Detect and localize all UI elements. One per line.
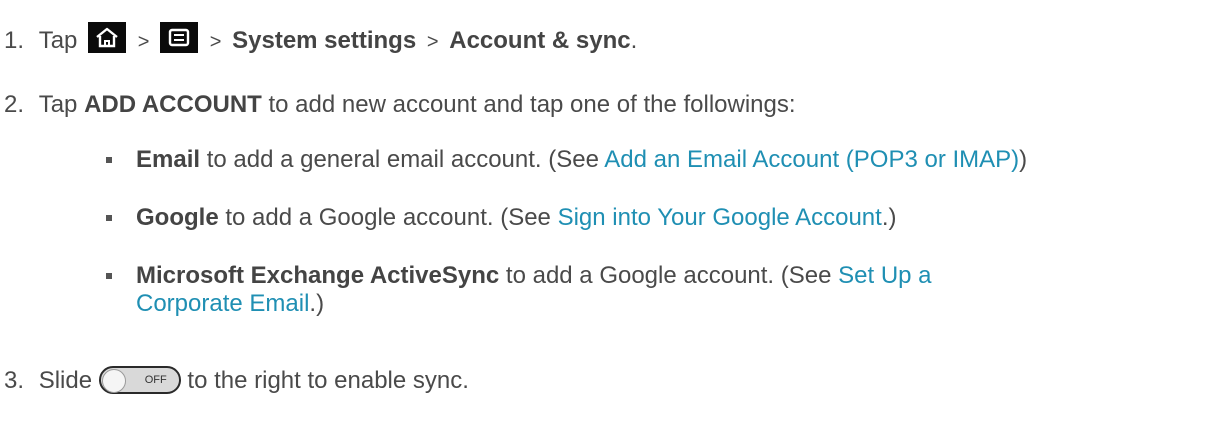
step-text: Slide [38, 367, 93, 394]
step-text: to add new account and tap one of the fo… [268, 91, 796, 118]
separator: > [137, 31, 150, 53]
option-exchange-cont: Corporate Email.) [136, 290, 324, 318]
step-text: Tap [38, 27, 78, 54]
step-text: to the right to enable sync. [187, 367, 469, 394]
option-text: to add a general email account. (See [206, 146, 599, 173]
step-text: Tap [38, 91, 78, 118]
option-text: to add a Google account. (See [225, 204, 551, 231]
option-text-end: ) [1019, 146, 1028, 173]
bullet [106, 157, 112, 163]
sign-into-google-link[interactable]: Sign into Your Google Account [558, 204, 882, 231]
step-1: 1. Tap > > System settings > Account & s… [4, 22, 637, 56]
menu-icon [160, 22, 199, 53]
step-2: 2. Tap ADD ACCOUNT to add new account an… [4, 91, 796, 119]
bullet [106, 273, 112, 279]
option-text: to add a Google account. (See [505, 262, 832, 289]
set-up-corporate-email-link[interactable]: Set Up a [838, 262, 931, 289]
option-title: Google [136, 204, 219, 231]
add-email-account-link[interactable]: Add an Email Account (POP3 or IMAP) [604, 146, 1019, 173]
option-exchange: Microsoft Exchange ActiveSync to add a G… [136, 262, 932, 290]
option-text-end: .) [881, 204, 897, 231]
home-icon [88, 22, 127, 53]
account-sync-label: Account & sync [449, 27, 631, 54]
toggle-off-label: OFF [144, 374, 167, 386]
step-number: 1. [4, 27, 25, 54]
step-number: 2. [4, 91, 25, 118]
sync-toggle-icon: OFF [98, 366, 181, 394]
add-account-label: ADD ACCOUNT [84, 91, 262, 118]
step-3: 3. Slide OFF to the right to enable sync… [4, 366, 469, 395]
separator: > [209, 31, 222, 53]
period: . [630, 27, 638, 54]
separator: > [426, 31, 439, 53]
option-text-end: .) [309, 290, 325, 317]
option-title: Email [136, 146, 201, 173]
set-up-corporate-email-link[interactable]: Corporate Email [136, 290, 309, 317]
option-google: Google to add a Google account. (See Sig… [136, 204, 897, 232]
system-settings-label: System settings [232, 27, 417, 54]
toggle-knob [101, 369, 126, 393]
bullet [106, 215, 112, 221]
step-number: 3. [4, 367, 25, 394]
option-title: Microsoft Exchange ActiveSync [136, 262, 500, 289]
option-email: Email to add a general email account. (S… [136, 146, 1027, 174]
